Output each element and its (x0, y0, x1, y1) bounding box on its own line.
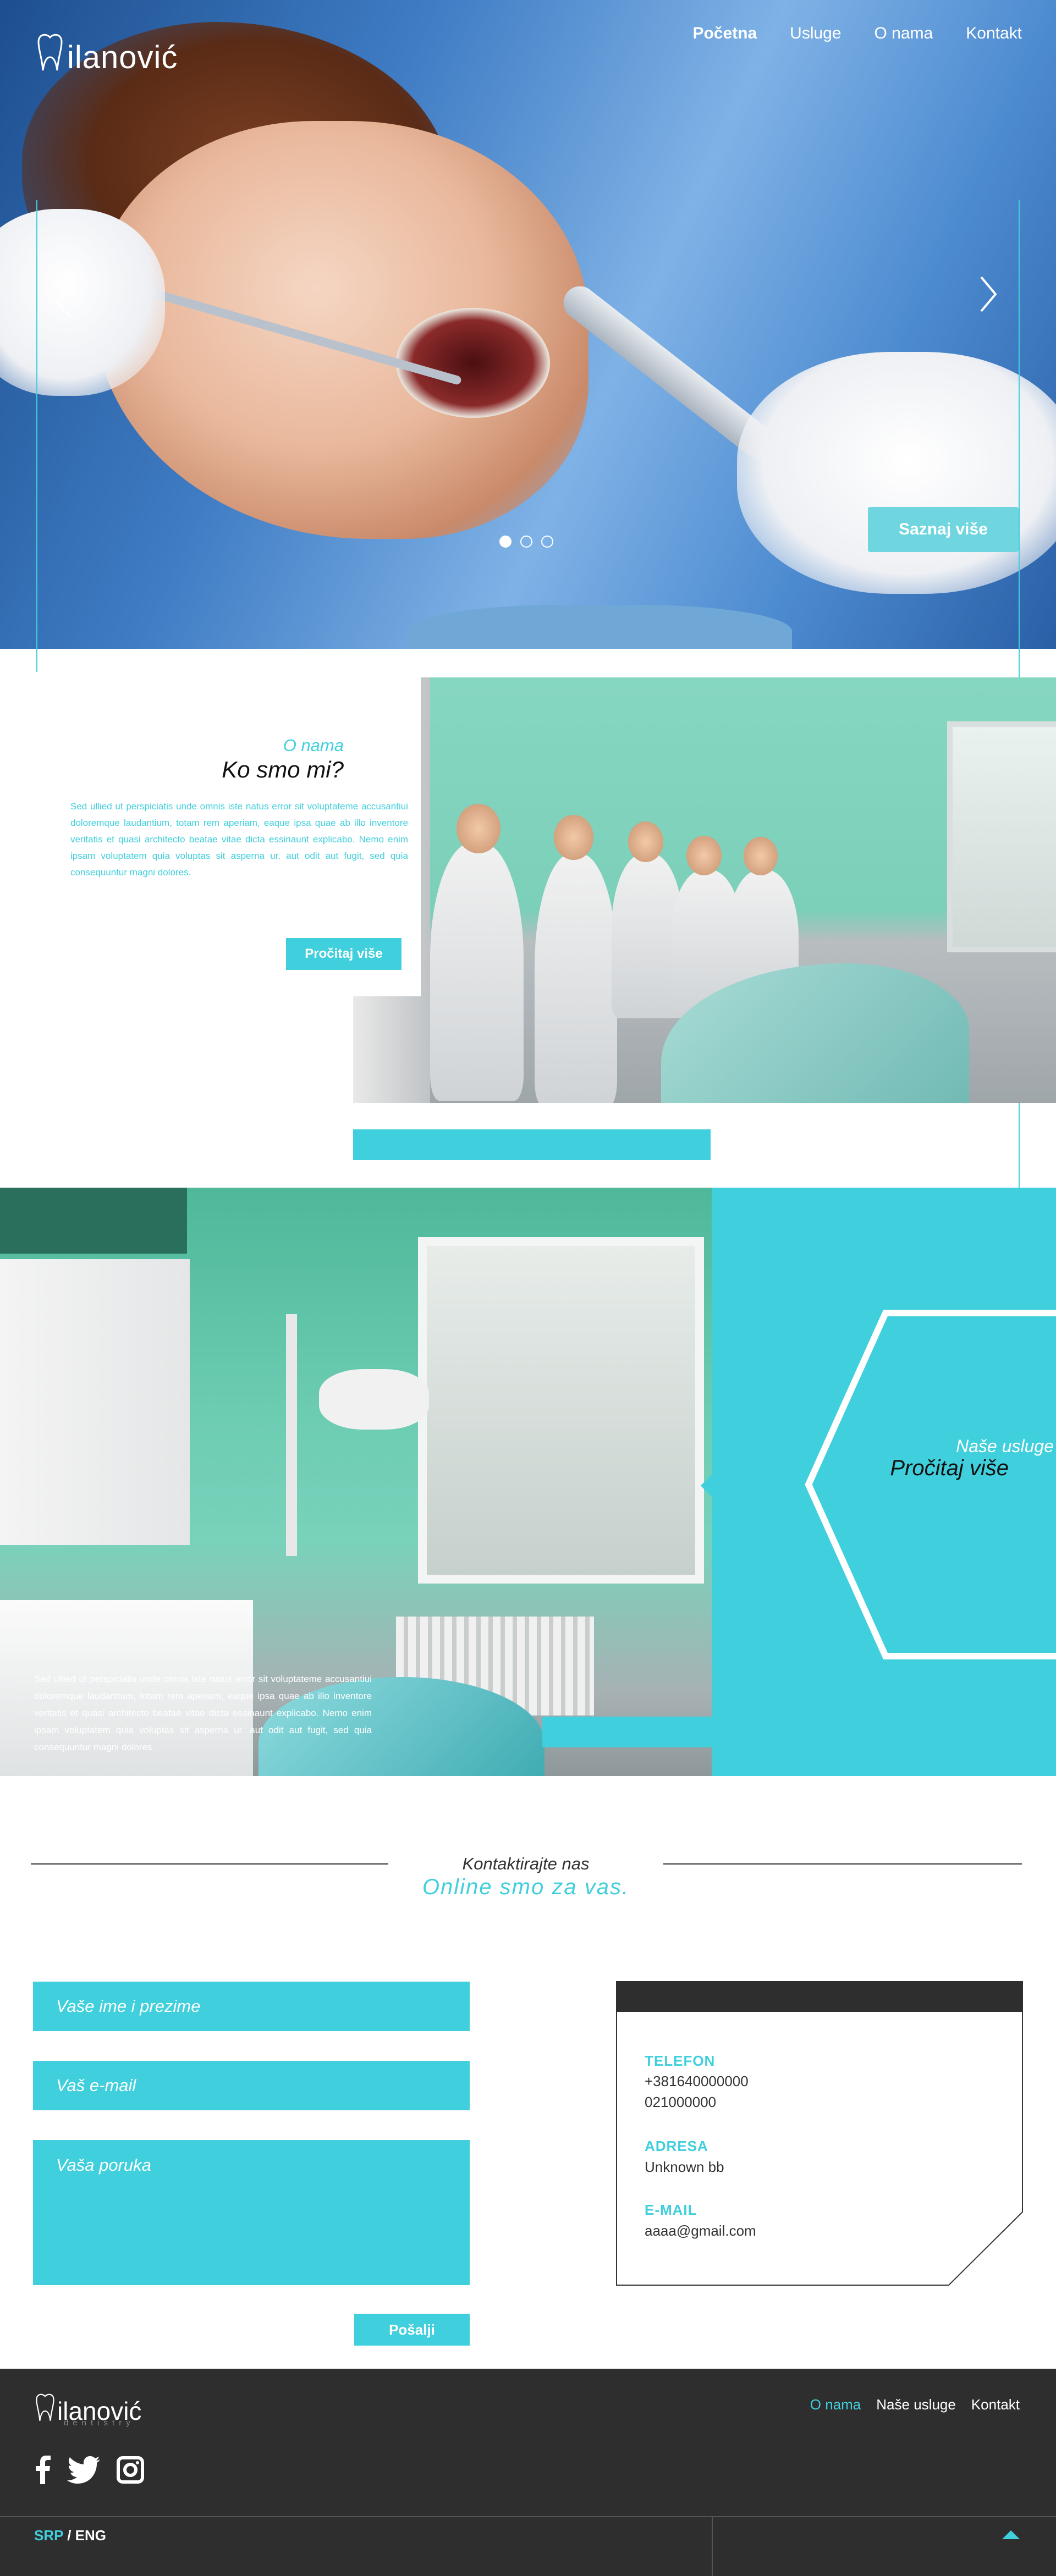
nav-item-pocetna[interactable]: Početna (692, 24, 757, 43)
about-accent-bar (353, 1129, 711, 1160)
about-title: Ko smo mi? (222, 757, 344, 782)
team-member-3-head (628, 821, 663, 862)
team-member-5-head (744, 837, 778, 875)
about-text: Sed ullied ut perspiciatis unde omnis is… (70, 801, 408, 878)
message-field[interactable]: Vaša poruka (33, 2140, 470, 2285)
services-kicker: Naše usluge (956, 1436, 1054, 1456)
contact-kicker: Kontaktirajte nas (462, 1854, 590, 1873)
twitter-icon[interactable] (67, 2456, 100, 2484)
instagram-icon[interactable] (117, 2456, 144, 2484)
services-text: Sed ullied ut perspiciatis unde omnis is… (34, 1674, 372, 1752)
clinic-photo-window (418, 1237, 704, 1584)
main-nav: Početna Usluge O nama Kontakt (692, 24, 1022, 43)
slider-dot-3[interactable] (541, 536, 553, 548)
footer-nav-nase-usluge[interactable]: Naše usluge (876, 2396, 956, 2413)
phone-label: TELEFON (645, 2053, 716, 2069)
contact-info-header (616, 1981, 1023, 2012)
services-read-more-link[interactable]: Pročitaj više (858, 1456, 1009, 1481)
social-links (34, 2456, 144, 2484)
divider-right (663, 1863, 1022, 1865)
learn-more-button[interactable]: Saznaj više (868, 507, 1019, 552)
contact-title: Online smo za vas. (422, 1875, 630, 1899)
hero-photo-glove-right (737, 352, 1056, 594)
address-label: ADRESA (645, 2138, 708, 2154)
lang-eng[interactable]: ENG (75, 2527, 106, 2544)
services-hexagon[interactable] (803, 1309, 1056, 1661)
email-label: E-MAIL (645, 2202, 697, 2218)
language-switcher: SRP / ENG (34, 2527, 106, 2544)
hero-photo-mouth (396, 308, 550, 418)
team-member-2-head (554, 815, 593, 860)
lang-srp[interactable]: SRP (34, 2527, 63, 2544)
send-button[interactable]: Pošalji (354, 2314, 470, 2346)
email-value: aaaa@gmail.com (645, 2222, 756, 2239)
name-field[interactable]: Vaše ime i prezime (33, 1982, 470, 2031)
tooth-logo-icon (37, 34, 63, 71)
hero-photo-glove-left (0, 209, 165, 396)
about-kicker: O nama (283, 736, 344, 755)
nav-item-usluge[interactable]: Usluge (790, 24, 841, 43)
address-value: Unknown bb (645, 2159, 724, 2175)
clinic-photo-cabinet (0, 1259, 190, 1545)
clinic-photo-lamp-arm (286, 1314, 297, 1556)
team-member-4-head (686, 836, 722, 875)
footer-vertical-divider (712, 2517, 713, 2576)
team-photo-window (947, 721, 1056, 952)
chevron-left-icon[interactable] (53, 286, 75, 319)
slider-dots (499, 536, 553, 548)
logo[interactable]: ilanović (35, 24, 178, 74)
services-notch (701, 1475, 712, 1497)
team-member-2 (535, 853, 617, 1103)
hero-photo-bib (407, 605, 792, 649)
scroll-top-icon[interactable] (1002, 2530, 1020, 2539)
team-member-1 (430, 842, 524, 1101)
footer-nav-o-nama[interactable]: O nama (810, 2396, 861, 2413)
nav-item-kontakt[interactable]: Kontakt (966, 24, 1022, 43)
phone-value-1: +381640000000 (645, 2073, 749, 2089)
services-accent-bar (542, 1717, 712, 1747)
team-photo (353, 677, 1056, 1103)
footer-divider (0, 2516, 1056, 2517)
phone-value-2: 021000000 (645, 2094, 717, 2110)
nav-item-o-nama[interactable]: O nama (875, 24, 933, 43)
slider-dot-2[interactable] (520, 536, 532, 548)
facebook-icon[interactable] (34, 2456, 51, 2484)
divider-left (31, 1863, 388, 1865)
logo-text: ilanović (67, 40, 178, 75)
clinic-photo-cabinet-top (0, 1188, 187, 1254)
chevron-right-icon[interactable] (977, 275, 999, 313)
slider-dot-1[interactable] (499, 536, 512, 548)
footer-nav-kontakt[interactable]: Kontakt (971, 2396, 1020, 2413)
footer-tagline: dentistry (64, 2418, 135, 2428)
read-more-button[interactable]: Pročitaj više (286, 938, 402, 970)
team-member-1-head (457, 804, 501, 853)
contact-info-card (616, 1981, 1023, 2286)
clinic-photo-lamp (319, 1369, 429, 1430)
footer-nav: O nama Naše usluge Kontakt (810, 2396, 1020, 2413)
tooth-logo-icon (36, 2393, 54, 2421)
email-field[interactable]: Vaš e-mail (33, 2061, 470, 2110)
lang-separator: / (63, 2527, 75, 2544)
